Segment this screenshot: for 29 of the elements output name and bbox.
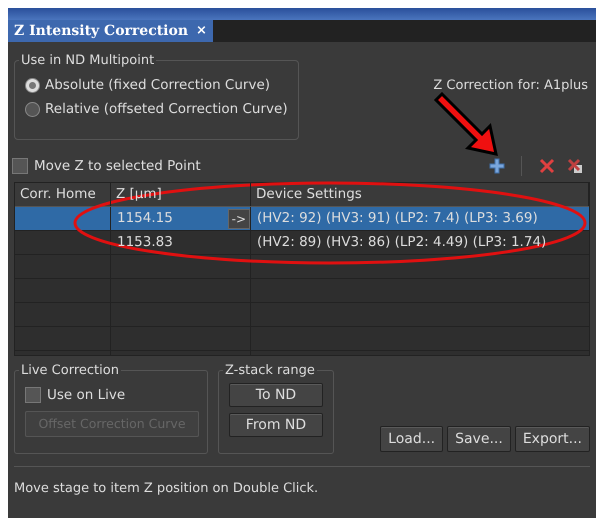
go-button[interactable]: -> xyxy=(228,208,250,228)
add-icon[interactable] xyxy=(489,158,505,174)
status-text: Move stage to item Z position on Double Click. xyxy=(13,480,320,498)
file-button[interactable]: Save... xyxy=(447,426,511,452)
radio-label: Relative (offseted Correction Curve) xyxy=(45,100,288,120)
column-header[interactable]: Corr. Home xyxy=(15,183,111,206)
radio-label: Absolute (fixed Correction Curve) xyxy=(45,76,270,95)
checkbox-label: Move Z to selected Point xyxy=(34,156,201,176)
correction-for-label: Z Correction for: A1plus xyxy=(433,77,588,95)
checkbox-label: Use on Live xyxy=(47,386,126,405)
delete-icon[interactable] xyxy=(538,157,556,175)
file-button[interactable]: Export... xyxy=(514,426,590,452)
column-header[interactable]: Device Settings xyxy=(251,183,589,206)
table-cell-text: 1154.15 xyxy=(117,209,173,228)
range-button[interactable]: From ND xyxy=(229,413,323,437)
file-button[interactable]: Load... xyxy=(380,426,444,452)
radio-button[interactable] xyxy=(25,102,40,117)
delete-all-icon[interactable] xyxy=(566,157,584,175)
table-row[interactable]: 1153.83 (HV2: 89) (HV3: 86) (LP2: 4.49) (LP3: 1.74) xyxy=(15,231,589,255)
table-cell-text: (HV2: 92) (HV3: 91) (LP2: 7.4) (LP3: 3.69) xyxy=(257,209,538,228)
checkbox[interactable] xyxy=(12,158,28,174)
tab[interactable]: Z Intensity Correction × xyxy=(8,20,213,42)
table-cell-text: (HV2: 89) (HV3: 86) (LP2: 4.49) (LP3: 1.74) xyxy=(257,233,546,252)
table-row[interactable]: 1154.15 -> (HV2: 92) (HV3: 91) (LP2: 7.4) (LP3: 3.69) xyxy=(15,207,589,231)
table-cell-text: 1153.83 xyxy=(117,233,173,252)
checkbox[interactable] xyxy=(25,387,41,404)
close-button[interactable]: × xyxy=(196,21,207,41)
radio-button[interactable] xyxy=(25,78,40,93)
range-button[interactable]: To ND xyxy=(229,383,323,407)
